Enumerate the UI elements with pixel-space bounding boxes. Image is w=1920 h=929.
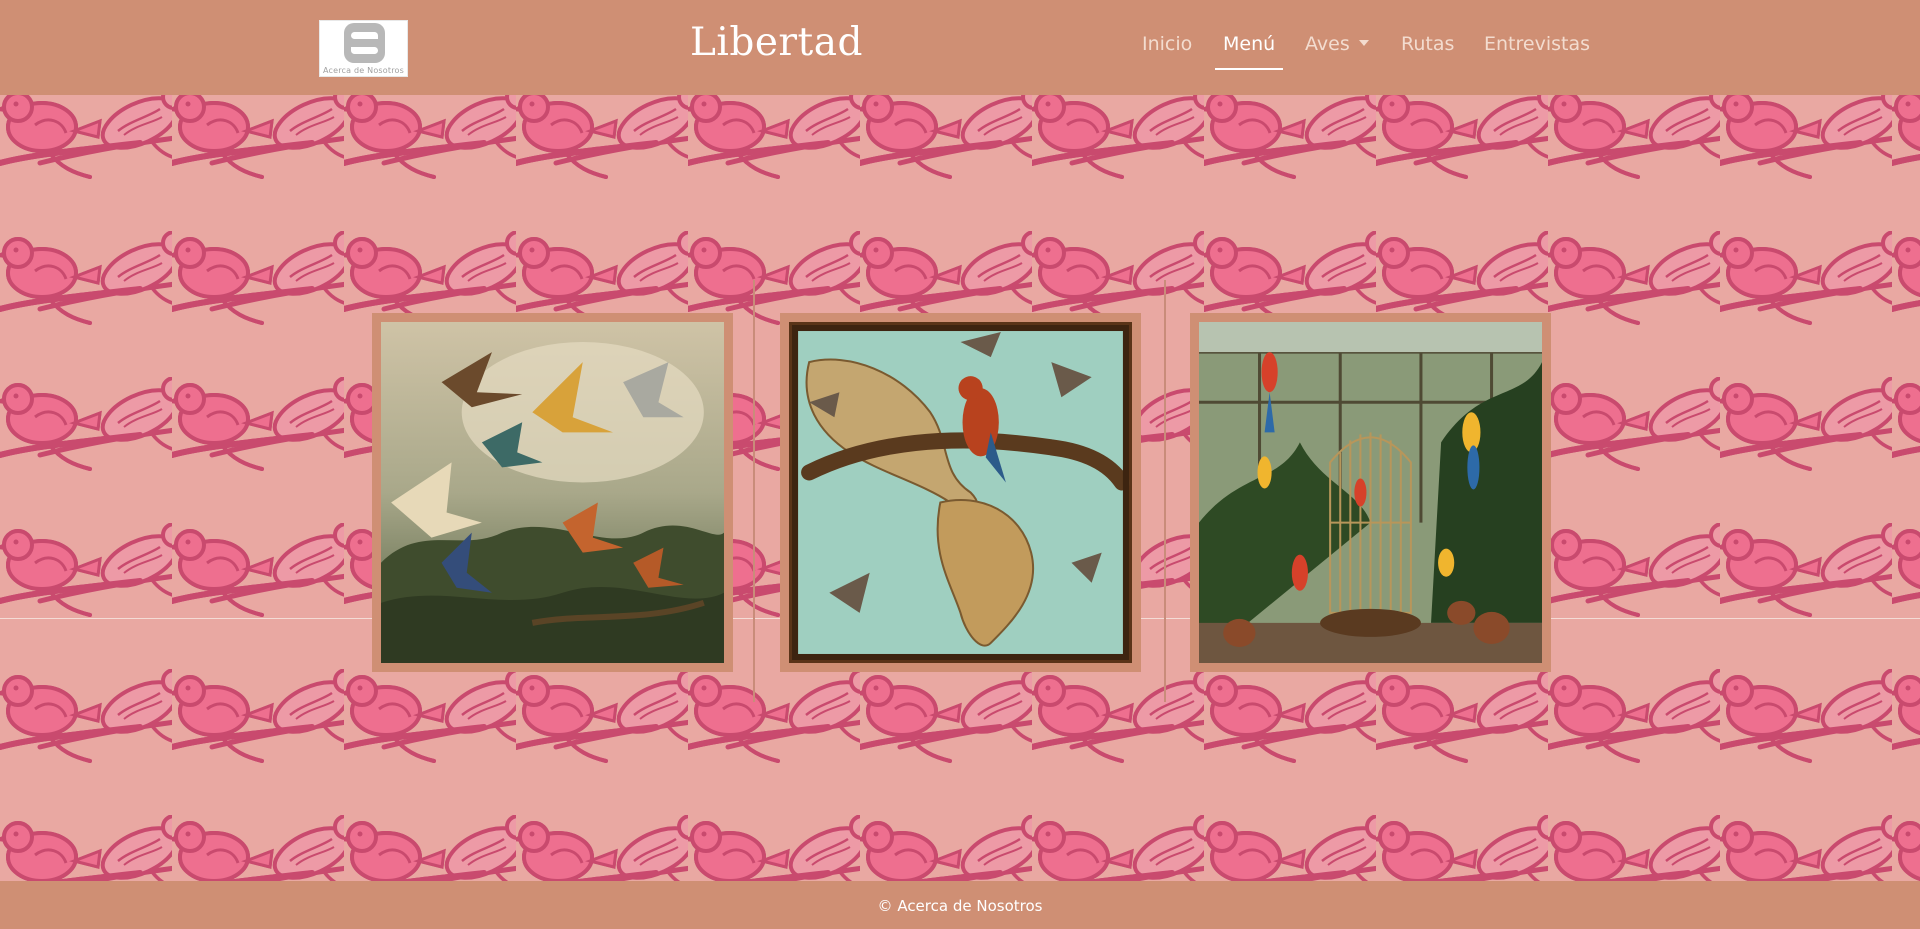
chevron-down-icon [1358,40,1369,46]
painting-birds-map [789,322,1132,663]
painting-birds-flying [381,322,724,663]
nav-item-aves-label: Aves [1305,33,1350,55]
nav-item-entrevistas[interactable]: Entrevistas [1484,33,1590,55]
nav-item-inicio[interactable]: Inicio [1142,33,1192,55]
gallery-separator [1164,280,1166,702]
nav-item-menu[interactable]: Menú [1214,33,1284,70]
site-header: Acerca de Nosotros Libertad Inicio Menú … [0,0,1920,95]
main-nav: Inicio Menú Aves Rutas Entrevistas [0,33,1920,73]
gallery-card-parrots-greenhouse[interactable] [1190,313,1551,672]
footer-text[interactable]: © Acerca de Nosotros [878,897,1043,915]
painting-parrots-greenhouse [1199,322,1542,663]
gallery-separator [753,280,755,702]
site-footer: © Acerca de Nosotros [0,881,1920,929]
gallery-card-birds-flying[interactable] [372,313,733,672]
nav-item-rutas[interactable]: Rutas [1401,33,1454,55]
nav-item-aves[interactable]: Aves [1305,33,1369,55]
gallery-card-birds-map[interactable] [780,313,1141,672]
